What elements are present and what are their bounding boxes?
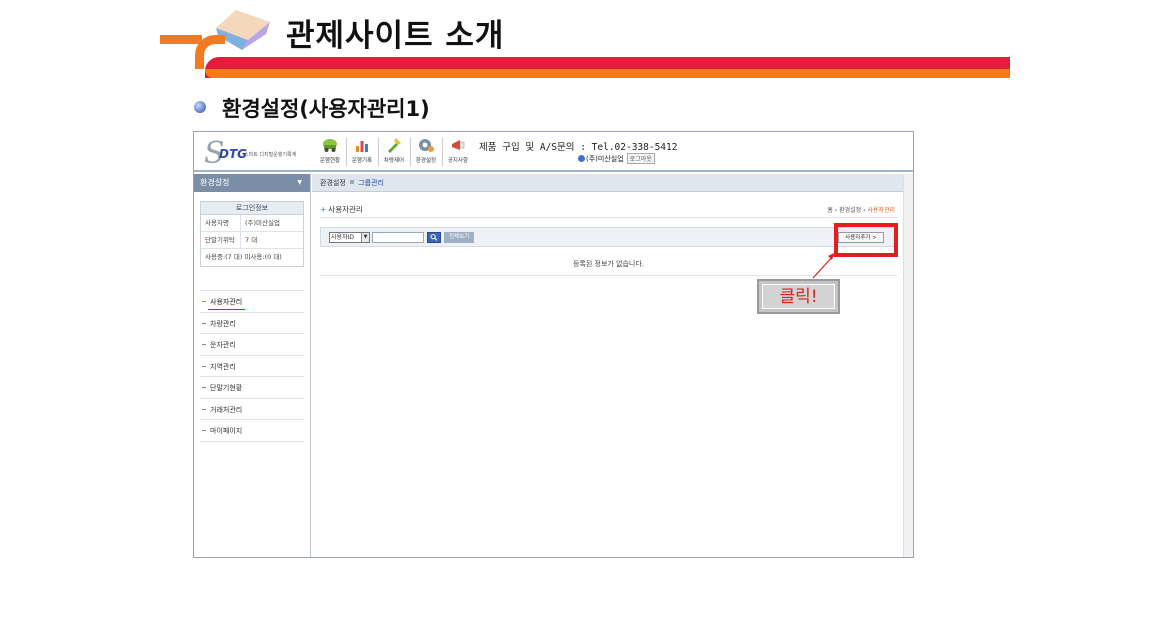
logo-subtitle: 스마트 디지털운행기록계 bbox=[244, 152, 297, 158]
sidebar-item-terminal-status[interactable]: 단말기현황 bbox=[200, 377, 304, 399]
login-row: 사용자명 (주)미산실업 bbox=[201, 215, 303, 232]
login-row: 단말기위탁 7 대 bbox=[201, 232, 303, 249]
header-bar-orange-bottom bbox=[205, 69, 1010, 78]
click-callout: 클릭! bbox=[757, 279, 840, 314]
nav-notice[interactable]: 공지사항 bbox=[443, 135, 473, 169]
logo-brand: DTG bbox=[219, 147, 247, 161]
breadcrumb-home[interactable]: 홈 bbox=[827, 207, 833, 214]
plus-icon: + bbox=[320, 205, 327, 214]
chevron-down-icon: ▼ bbox=[297, 179, 302, 186]
search-icon bbox=[430, 234, 438, 241]
sidebar-item-vehicle-management[interactable]: 차량관리 bbox=[200, 313, 304, 334]
login-row: 사용중:(7 대) 미사용:(0 대) bbox=[201, 249, 303, 266]
contact-info: 제품 구입 및 A/S문의 : Tel.02-338-5412 bbox=[479, 142, 678, 153]
wrench-icon bbox=[388, 138, 401, 153]
login-value: (주)미산실업 bbox=[245, 219, 280, 227]
search-button[interactable] bbox=[427, 232, 441, 243]
sidebar-item-label: 마이페이지 bbox=[210, 427, 243, 435]
login-value: 7 대 bbox=[245, 236, 258, 244]
user-info: (주)미산실업 로그아웃 bbox=[578, 153, 655, 164]
sidebar-item-label: 차량관리 bbox=[210, 319, 236, 328]
nav-label: 공지사항 bbox=[447, 158, 469, 164]
megaphone-icon bbox=[452, 140, 465, 150]
search-input[interactable] bbox=[372, 232, 424, 243]
app-top-bar: S DTG 스마트 디지털운행기록계 운행현황 운행기록 차량제어 환경설정 공… bbox=[194, 132, 913, 172]
sidebar: 환경설정 ▼ 로그인정보 사용자명 (주)미산실업 단말기위탁 7 대 사용중:… bbox=[194, 174, 311, 557]
dropdown-arrow-icon: ▼ bbox=[361, 233, 369, 242]
page-title: 사용자관리 bbox=[328, 205, 363, 214]
callout-label: 클릭! bbox=[762, 284, 835, 309]
sidebar-header[interactable]: 환경설정 ▼ bbox=[194, 174, 310, 192]
sidebar-menu: 사용자관리 차량관리 운자관리 지역관리 단말기현황 거래처관리 마이페이지 bbox=[200, 291, 304, 442]
user-icon bbox=[578, 155, 585, 162]
chart-icon bbox=[356, 141, 368, 152]
sidebar-header-label: 환경설정 bbox=[200, 178, 230, 187]
active-underline bbox=[208, 309, 245, 310]
section-title: 환경설정(사용자관리1) bbox=[222, 97, 430, 121]
nav-vehicle-control[interactable]: 차량제어 bbox=[379, 135, 411, 169]
sidebar-item-label: 사용자관리 bbox=[210, 298, 243, 306]
view-all-button[interactable]: 전체보기 bbox=[444, 232, 474, 243]
sidebar-item-label: 단말기현황 bbox=[210, 384, 243, 392]
nav-label: 차량제어 bbox=[383, 158, 405, 164]
sidebar-item-label: 지역관리 bbox=[210, 362, 236, 371]
login-info-box: 로그인정보 사용자명 (주)미산실업 단말기위탁 7 대 사용중:(7 대) 미… bbox=[200, 201, 304, 267]
breadcrumb-parent[interactable]: 환경설정 bbox=[839, 207, 861, 214]
tab-group-management[interactable]: 그룹관리 bbox=[358, 179, 384, 187]
car-icon bbox=[323, 139, 337, 152]
page-header: + 사용자관리 홈 › 환경설정 › 사용자관리 bbox=[320, 204, 897, 218]
app-logo[interactable]: S DTG 스마트 디지털운행기록계 bbox=[202, 136, 306, 171]
login-usage: 사용중:(7 대) 미사용:(0 대) bbox=[205, 253, 282, 261]
scrollbar[interactable] bbox=[903, 174, 913, 557]
header-bar-orange bbox=[160, 35, 202, 44]
tab-settings[interactable]: 환경설정 bbox=[320, 179, 346, 187]
login-key: 사용자명 bbox=[201, 215, 241, 231]
sidebar-item-region-management[interactable]: 지역관리 bbox=[200, 356, 304, 377]
breadcrumb: 홈 › 환경설정 › 사용자관리 bbox=[827, 207, 895, 214]
nav-operation-record[interactable]: 운행기록 bbox=[347, 135, 379, 169]
bullet-icon bbox=[194, 101, 206, 113]
search-field-select[interactable]: 사용자ID ▼ bbox=[329, 232, 370, 243]
sidebar-item-driver-management[interactable]: 운자관리 bbox=[200, 334, 304, 356]
user-company: (주)미산실업 bbox=[586, 155, 624, 163]
sidebar-item-label: 거래처관리 bbox=[210, 405, 243, 414]
login-info-title: 로그인정보 bbox=[201, 202, 303, 215]
app-window: S DTG 스마트 디지털운행기록계 운행현황 운행기록 차량제어 환경설정 공… bbox=[193, 131, 914, 558]
breadcrumb-current: 사용자관리 bbox=[867, 207, 895, 214]
login-key: 단말기위탁 bbox=[201, 232, 241, 248]
nav-label: 운행현황 bbox=[319, 158, 341, 164]
nav-settings[interactable]: 환경설정 bbox=[411, 135, 443, 169]
slide-title: 관제사이트 소개 bbox=[286, 18, 505, 54]
nav-operation-status[interactable]: 운행현황 bbox=[315, 135, 347, 169]
main-content: 환경설정 그룹관리 + 사용자관리 홈 › 환경설정 › 사용자관리 사용자ID … bbox=[312, 174, 903, 557]
sidebar-item-my-page[interactable]: 마이페이지 bbox=[200, 420, 304, 442]
gear-icon bbox=[419, 139, 434, 152]
sidebar-item-user-management[interactable]: 사용자관리 bbox=[200, 291, 304, 313]
search-bar: 사용자ID ▼ 전체보기 사용자추가 > bbox=[320, 227, 897, 247]
logout-button[interactable]: 로그아웃 bbox=[626, 153, 655, 164]
nav-label: 환경설정 bbox=[415, 158, 437, 164]
sidebar-item-client-management[interactable]: 거래처관리 bbox=[200, 399, 304, 420]
select-value: 사용자ID bbox=[331, 234, 354, 241]
sidebar-item-label: 운자관리 bbox=[210, 341, 236, 349]
content-tabs: 환경설정 그룹관리 bbox=[312, 174, 903, 192]
top-nav: 운행현황 운행기록 차량제어 환경설정 공지사항 bbox=[315, 135, 475, 169]
slide-header: 관제사이트 소개 bbox=[0, 0, 1170, 90]
nav-label: 운행기록 bbox=[351, 158, 373, 164]
arrow-icon bbox=[812, 253, 835, 279]
